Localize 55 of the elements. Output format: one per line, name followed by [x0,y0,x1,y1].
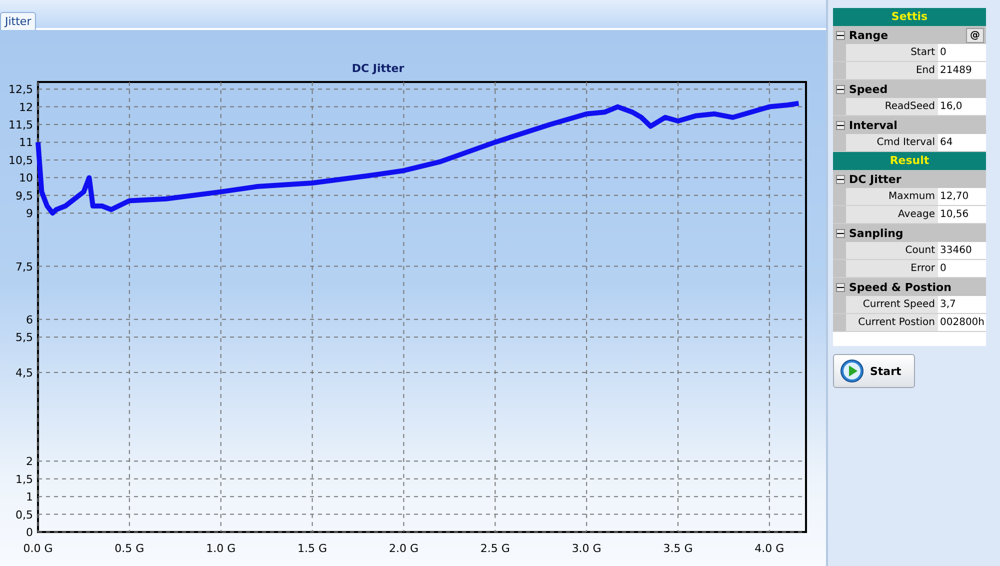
x-tick-label: 3.0 G [572,542,602,555]
chart-title: DC Jitter [352,62,404,75]
y-tick-label: 11 [19,136,33,150]
property-label: Aveage [833,206,938,223]
y-tick-label: 12 [19,100,33,114]
group-title: Interval [849,118,898,132]
group-title: Speed & Postion [849,280,952,294]
property-label: Cmd Iterval [833,134,938,151]
y-tick-label: 0,5 [16,508,33,522]
collapse-icon[interactable] [836,174,845,184]
x-tick-label: 0.0 G [23,542,53,555]
x-tick-label: 1.5 G [298,542,328,555]
property-label: Current Speed [833,296,938,313]
group-title: DC Jitter [849,172,902,186]
section-header: Result [833,152,986,170]
start-button[interactable]: Start [833,354,915,388]
section-header: Settis [833,8,986,26]
property-label: ReadSeed [833,98,938,115]
y-tick-label: 10 [19,172,33,185]
y-tick-label: 1 [26,490,33,504]
collapse-icon[interactable] [836,228,845,238]
property-label: Current Postion [833,314,938,331]
x-tick-label: 0.5 G [114,542,144,555]
y-tick-label: 10,5 [8,154,33,167]
property-label: Count [833,242,938,259]
collapse-icon[interactable] [836,120,845,130]
property-label: Error [833,260,938,277]
x-tick-label: 2.5 G [480,542,510,555]
property-label: Maxmum [833,188,938,205]
collapse-icon[interactable] [836,30,845,40]
group-title: Sanpling [849,226,904,240]
property-label: End [833,62,938,79]
play-icon [840,359,864,383]
y-tick-label: 12,5 [8,83,33,96]
group-title: Range [849,28,890,42]
y-tick-label: 0 [26,526,33,539]
group-title: Speed [849,82,889,96]
y-tick-label: 2 [26,455,33,468]
collapse-icon[interactable] [836,282,845,292]
property-label: Start [833,44,938,61]
group-button[interactable]: @ [966,28,984,42]
y-tick-label: 9 [26,207,33,220]
x-tick-label: 4.0 G [754,542,784,555]
tab[interactable]: Jitter [0,12,36,30]
x-tick-label: 3.5 G [663,542,693,555]
y-tick-label: 11,5 [8,118,33,132]
x-tick-label: 1.0 G [206,542,236,555]
y-tick-label: 7,5 [16,260,33,274]
y-tick-label: 4,5 [16,366,33,380]
collapse-icon[interactable] [836,84,845,94]
y-tick-label: 5,5 [16,331,33,344]
y-tick-label: 9,5 [16,189,33,202]
y-tick-label: 6 [26,313,33,326]
y-tick-label: 1,5 [16,472,33,486]
x-tick-label: 2.0 G [388,542,418,555]
